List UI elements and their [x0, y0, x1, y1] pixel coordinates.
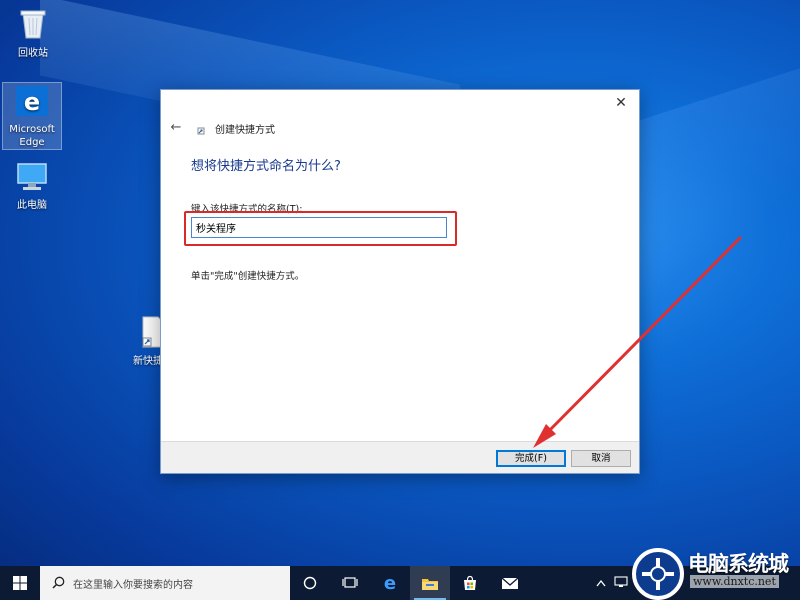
desktop-icon-label: Microsoft	[9, 124, 55, 135]
search-icon	[52, 574, 65, 593]
create-shortcut-dialog: ✕ ← 创建快捷方式 想将快捷方式命名为什么? 键入该快捷方式的名称(T): 单…	[160, 89, 640, 474]
recycle-bin-icon	[3, 6, 63, 44]
desktop-icon-edge[interactable]: e Microsoft Edge	[2, 82, 62, 150]
edge-icon[interactable]: e	[370, 566, 410, 600]
close-icon[interactable]: ✕	[611, 94, 631, 112]
desktop-icon-this-pc[interactable]: 此电脑	[2, 162, 62, 212]
desktop-icon-label: Edge	[19, 137, 45, 148]
search-placeholder: 在这里输入你要搜索的内容	[73, 579, 193, 591]
tray-chevron-icon[interactable]	[596, 577, 606, 590]
task-view-icon[interactable]	[330, 566, 370, 600]
windows-logo-icon[interactable]	[0, 566, 40, 600]
desktop-icon-label: 此电脑	[17, 200, 47, 211]
desktop-icon-label: 回收站	[18, 48, 48, 59]
dialog-title: 创建快捷方式	[215, 124, 275, 136]
mail-icon[interactable]	[490, 566, 530, 600]
watermark-site-name: 电脑系统城	[688, 552, 789, 576]
desktop-icon-recycle-bin[interactable]: 回收站	[3, 6, 63, 60]
system-tray	[596, 566, 628, 600]
file-explorer-icon[interactable]	[410, 566, 450, 600]
cancel-button[interactable]: 取消	[571, 450, 631, 467]
back-arrow-icon[interactable]: ←	[167, 119, 185, 137]
store-icon[interactable]	[450, 566, 490, 600]
dialog-header: ← 创建快捷方式	[167, 118, 275, 138]
computer-monitor-icon	[2, 162, 62, 196]
shortcut-wizard-icon	[195, 121, 209, 135]
finish-hint-text: 单击"完成"创建快捷方式。	[191, 271, 305, 282]
edge-icon: e	[3, 86, 61, 120]
network-icon[interactable]	[614, 575, 628, 591]
taskbar-search-box[interactable]: 在这里输入你要搜索的内容	[40, 566, 290, 600]
svg-text:e: e	[384, 574, 396, 592]
watermark-url: www.dnxtc.net	[690, 575, 779, 588]
finish-button[interactable]: 完成(F)	[496, 450, 566, 467]
dialog-footer: 完成(F) 取消	[161, 441, 639, 473]
svg-text:e: e	[24, 88, 40, 116]
shortcut-name-label: 键入该快捷方式的名称(T):	[191, 204, 303, 215]
watermark-logo-icon	[632, 548, 684, 600]
shortcut-name-input[interactable]	[191, 217, 447, 238]
cortana-icon[interactable]	[290, 566, 330, 600]
dialog-heading: 想将快捷方式命名为什么?	[191, 159, 341, 174]
